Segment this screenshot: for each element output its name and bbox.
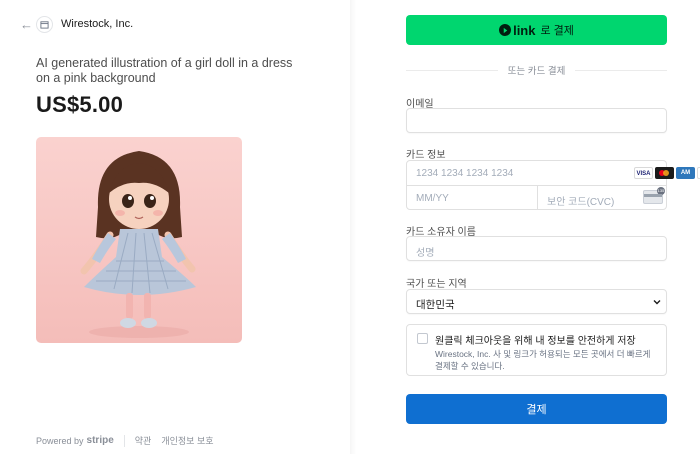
- or-divider-text: 또는 카드 결제: [507, 66, 566, 77]
- doll-illustration: [80, 151, 196, 338]
- privacy-link[interactable]: 개인정보 보호: [161, 434, 213, 447]
- country-label: 국가 또는 지역: [406, 279, 467, 290]
- order-summary-panel: ← Wirestock, Inc. AI generated illustrat…: [0, 0, 350, 454]
- or-divider: 또는 카드 결제: [406, 63, 668, 77]
- link-brand-text: link: [513, 22, 536, 38]
- footer: Powered by stripe 약관 개인정보 보호: [36, 434, 224, 447]
- cardholder-name-placeholder: 성명: [416, 248, 435, 259]
- product-description: AI generated illustration of a girl doll…: [36, 56, 293, 85]
- powered-by-text: Powered by: [36, 435, 84, 446]
- cvc-field[interactable]: 보안 코드(CVC): [547, 193, 614, 208]
- footer-divider: [123, 434, 125, 447]
- product-price: US$5.00: [36, 92, 124, 117]
- country-select-value: 대한민국: [416, 299, 455, 311]
- merchant-store-icon: [36, 16, 53, 33]
- link-arrow-icon: [499, 24, 512, 36]
- payment-form-panel: link 로 결제 또는 카드 결제 이메일 카드 정보 1234 1234 1…: [356, 0, 700, 454]
- card-number-field[interactable]: 1234 1234 1234 1234: [416, 168, 513, 179]
- save-info-box: 원클릭 체크아웃을 위해 내 정보를 안전하게 저장 Wirestock, In…: [406, 324, 667, 376]
- save-info-subtitle: Wirestock, Inc. 사 및 링크가 허용되는 모든 곳에서 더 빠르…: [435, 349, 651, 371]
- expiry-field[interactable]: MM/YY: [416, 193, 449, 204]
- mastercard-icon: [655, 167, 674, 179]
- pay-button[interactable]: 결제: [406, 394, 667, 424]
- back-arrow-icon[interactable]: ←: [20, 18, 33, 32]
- save-info-checkbox[interactable]: [417, 333, 428, 344]
- visa-icon: VISA: [634, 167, 653, 179]
- merchant-name[interactable]: Wirestock, Inc.: [61, 18, 133, 30]
- terms-link[interactable]: 약관: [135, 434, 152, 447]
- card-brand-logos: VISA AM JCB: [634, 167, 700, 179]
- cardholder-name-field[interactable]: 성명: [406, 236, 667, 261]
- card-info-label: 카드 정보: [406, 150, 446, 161]
- pay-with-link-button[interactable]: link 로 결제: [406, 15, 667, 45]
- product-image: [36, 137, 242, 343]
- email-field[interactable]: [406, 108, 667, 133]
- link-button-suffix: 로 결제: [540, 25, 574, 37]
- card-info-group: 1234 1234 1234 1234 VISA AM JCB MM/YY 보안…: [406, 160, 700, 210]
- cvc-card-icon: 135: [643, 187, 665, 204]
- chevron-down-icon: [653, 300, 661, 305]
- save-info-title[interactable]: 원클릭 체크아웃을 위해 내 정보를 안전하게 저장: [435, 332, 636, 347]
- country-select[interactable]: 대한민국: [406, 289, 667, 314]
- stripe-logo[interactable]: stripe: [87, 435, 114, 446]
- amex-icon: AM: [676, 167, 695, 179]
